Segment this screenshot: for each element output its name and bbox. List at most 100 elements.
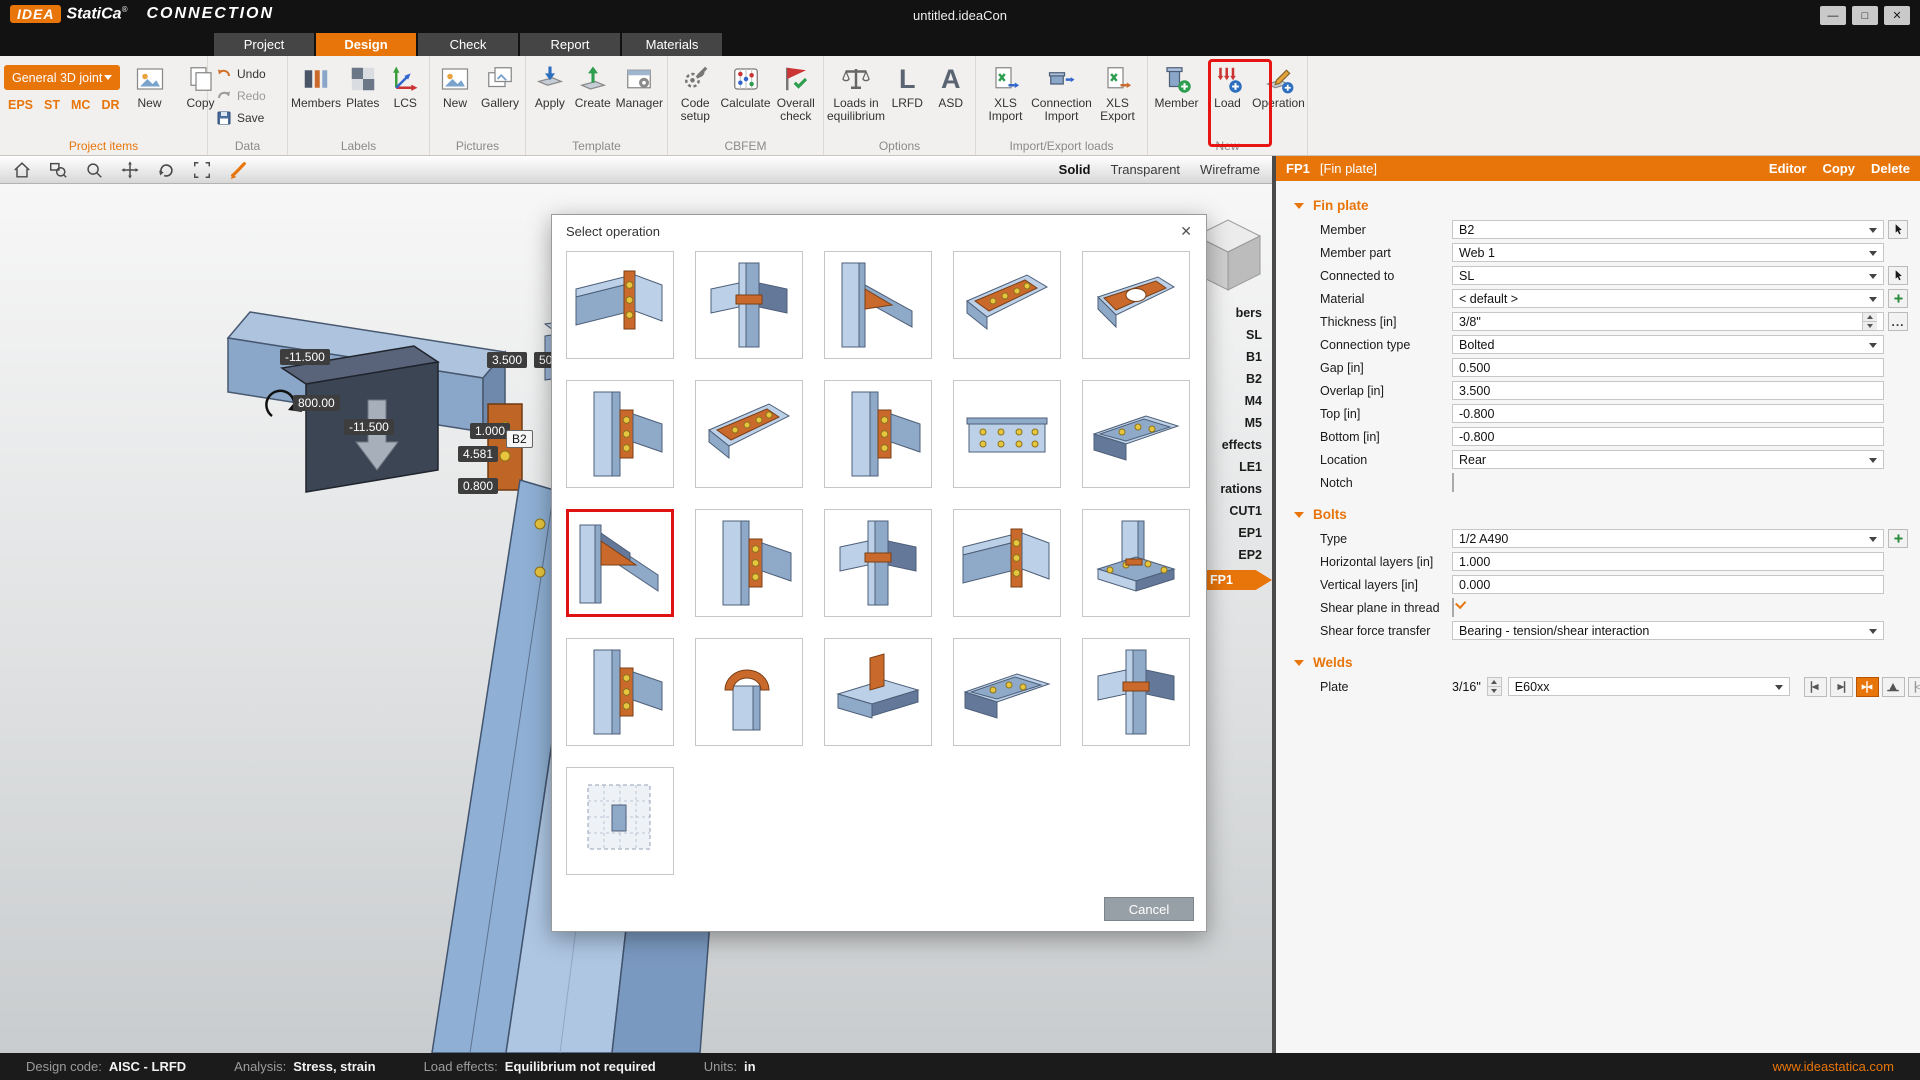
code-mc-button[interactable]: MC bbox=[71, 98, 90, 112]
operation-tile[interactable] bbox=[1082, 251, 1190, 359]
new-picture-button[interactable]: New bbox=[434, 61, 476, 139]
weld-type-left-button[interactable] bbox=[1804, 677, 1827, 697]
operation-tile-selected[interactable] bbox=[566, 509, 674, 617]
notch-checkbox[interactable] bbox=[1452, 473, 1454, 492]
operation-tile[interactable] bbox=[566, 638, 674, 746]
new-member-button[interactable]: Member bbox=[1153, 61, 1201, 139]
xls-import-button[interactable]: XLS Import bbox=[982, 61, 1030, 139]
close-button[interactable]: ✕ bbox=[1884, 6, 1910, 25]
material-dropdown[interactable]: < default > bbox=[1452, 289, 1884, 308]
gallery-button[interactable]: Gallery bbox=[479, 61, 521, 139]
tab-check[interactable]: Check bbox=[418, 33, 518, 56]
section-welds[interactable]: Welds bbox=[1294, 650, 1908, 675]
lcs-labels-button[interactable]: LCS bbox=[386, 61, 426, 139]
pick-connected-button[interactable] bbox=[1888, 266, 1908, 285]
undo-button[interactable]: Undo bbox=[212, 64, 283, 84]
electrode-dropdown[interactable]: E60xx bbox=[1508, 677, 1790, 696]
operation-tile[interactable] bbox=[1082, 509, 1190, 617]
overlap-input[interactable]: 3.500 bbox=[1452, 381, 1884, 400]
connection-import-button[interactable]: Connection Import bbox=[1033, 61, 1091, 139]
tab-project[interactable]: Project bbox=[214, 33, 314, 56]
operation-tile[interactable] bbox=[1082, 380, 1190, 488]
section-fin-plate[interactable]: Fin plate bbox=[1294, 193, 1908, 218]
zoom-window-icon[interactable] bbox=[48, 160, 68, 180]
lrfd-button[interactable]: L LRFD bbox=[887, 61, 928, 139]
template-manager-button[interactable]: Manager bbox=[616, 61, 663, 139]
bottom-input[interactable]: -0.800 bbox=[1452, 427, 1884, 446]
zoom-fit-icon[interactable] bbox=[192, 160, 212, 180]
copy-operation-button[interactable]: Copy bbox=[1822, 161, 1855, 176]
save-button[interactable]: Save bbox=[212, 108, 283, 128]
delete-operation-button[interactable]: Delete bbox=[1871, 161, 1910, 176]
members-labels-button[interactable]: Members bbox=[292, 61, 340, 139]
operation-tile[interactable] bbox=[566, 380, 674, 488]
display-mode-transparent[interactable]: Transparent bbox=[1110, 162, 1180, 177]
horizontal-layers-input[interactable]: 1.000 bbox=[1452, 552, 1884, 571]
operation-tile[interactable] bbox=[824, 251, 932, 359]
operation-tile[interactable] bbox=[566, 767, 674, 875]
bolt-type-dropdown[interactable]: 1/2 A490 bbox=[1452, 529, 1884, 548]
top-input[interactable]: -0.800 bbox=[1452, 404, 1884, 423]
section-bolts[interactable]: Bolts bbox=[1294, 502, 1908, 527]
add-material-button[interactable] bbox=[1888, 289, 1908, 308]
weld-type-both-button[interactable] bbox=[1856, 677, 1879, 697]
operation-tile[interactable] bbox=[695, 251, 803, 359]
gap-input[interactable]: 0.500 bbox=[1452, 358, 1884, 377]
operation-tile[interactable] bbox=[1082, 638, 1190, 746]
zoom-icon[interactable] bbox=[84, 160, 104, 180]
operation-tile[interactable] bbox=[953, 638, 1061, 746]
calculate-button[interactable]: Calculate bbox=[722, 61, 770, 139]
operation-tile[interactable] bbox=[695, 380, 803, 488]
rotate-icon[interactable] bbox=[156, 160, 176, 180]
apply-template-button[interactable]: Apply bbox=[530, 61, 570, 139]
vertical-layers-input[interactable]: 0.000 bbox=[1452, 575, 1884, 594]
new-operation-button[interactable]: Operation bbox=[1255, 61, 1303, 139]
thickness-input[interactable]: 3/8" bbox=[1452, 312, 1884, 331]
tab-report[interactable]: Report bbox=[520, 33, 620, 56]
connection-type-dropdown[interactable]: Bolted bbox=[1452, 335, 1884, 354]
website-link[interactable]: www.ideastatica.com bbox=[1773, 1059, 1894, 1074]
operation-tile[interactable] bbox=[824, 380, 932, 488]
shear-plane-checkbox[interactable] bbox=[1452, 598, 1454, 617]
operation-tile[interactable] bbox=[953, 251, 1061, 359]
operation-tile[interactable] bbox=[953, 509, 1061, 617]
weld-type-none-button[interactable] bbox=[1908, 677, 1920, 697]
redo-button[interactable]: Redo bbox=[212, 86, 283, 106]
connected-to-dropdown[interactable]: SL bbox=[1452, 266, 1884, 285]
asd-button[interactable]: A ASD bbox=[931, 61, 972, 139]
operation-tile[interactable] bbox=[695, 509, 803, 617]
operation-tile[interactable] bbox=[695, 638, 803, 746]
operation-tile[interactable] bbox=[824, 638, 932, 746]
tab-materials[interactable]: Materials bbox=[622, 33, 722, 56]
joint-type-dropdown[interactable]: General 3D joint bbox=[4, 65, 120, 90]
thickness-more-button[interactable]: ... bbox=[1888, 312, 1908, 331]
weld-type-butt-button[interactable] bbox=[1882, 677, 1905, 697]
home-icon[interactable] bbox=[12, 160, 32, 180]
member-part-dropdown[interactable]: Web 1 bbox=[1452, 243, 1884, 262]
operation-tile[interactable] bbox=[566, 251, 674, 359]
display-mode-solid[interactable]: Solid bbox=[1059, 162, 1091, 177]
minimize-button[interactable]: — bbox=[1820, 6, 1846, 25]
code-st-button[interactable]: ST bbox=[44, 98, 60, 112]
weld-type-right-button[interactable] bbox=[1830, 677, 1853, 697]
editor-button[interactable]: Editor bbox=[1769, 161, 1807, 176]
plates-labels-button[interactable]: Plates bbox=[343, 61, 383, 139]
weld-size-stepper[interactable] bbox=[1487, 677, 1502, 696]
operation-tile[interactable] bbox=[824, 509, 932, 617]
paint-brush-icon[interactable] bbox=[228, 160, 248, 180]
pan-icon[interactable] bbox=[120, 160, 140, 180]
close-icon[interactable]: ✕ bbox=[1180, 223, 1192, 240]
create-template-button[interactable]: Create bbox=[573, 61, 613, 139]
overall-check-button[interactable]: Overall check bbox=[773, 61, 820, 139]
xls-export-button[interactable]: XLS Export bbox=[1094, 61, 1142, 139]
code-eps-button[interactable]: EPS bbox=[8, 98, 33, 112]
location-dropdown[interactable]: Rear bbox=[1452, 450, 1884, 469]
maximize-button[interactable]: □ bbox=[1852, 6, 1878, 25]
new-project-button[interactable]: New bbox=[126, 61, 174, 110]
code-setup-button[interactable]: Code setup bbox=[672, 61, 719, 139]
cancel-button[interactable]: Cancel bbox=[1104, 897, 1194, 921]
loads-in-equilibrium-button[interactable]: Loads in equilibrium bbox=[828, 61, 884, 139]
tab-design[interactable]: Design bbox=[316, 33, 416, 56]
pick-member-button[interactable] bbox=[1888, 220, 1908, 239]
code-dr-button[interactable]: DR bbox=[101, 98, 119, 112]
